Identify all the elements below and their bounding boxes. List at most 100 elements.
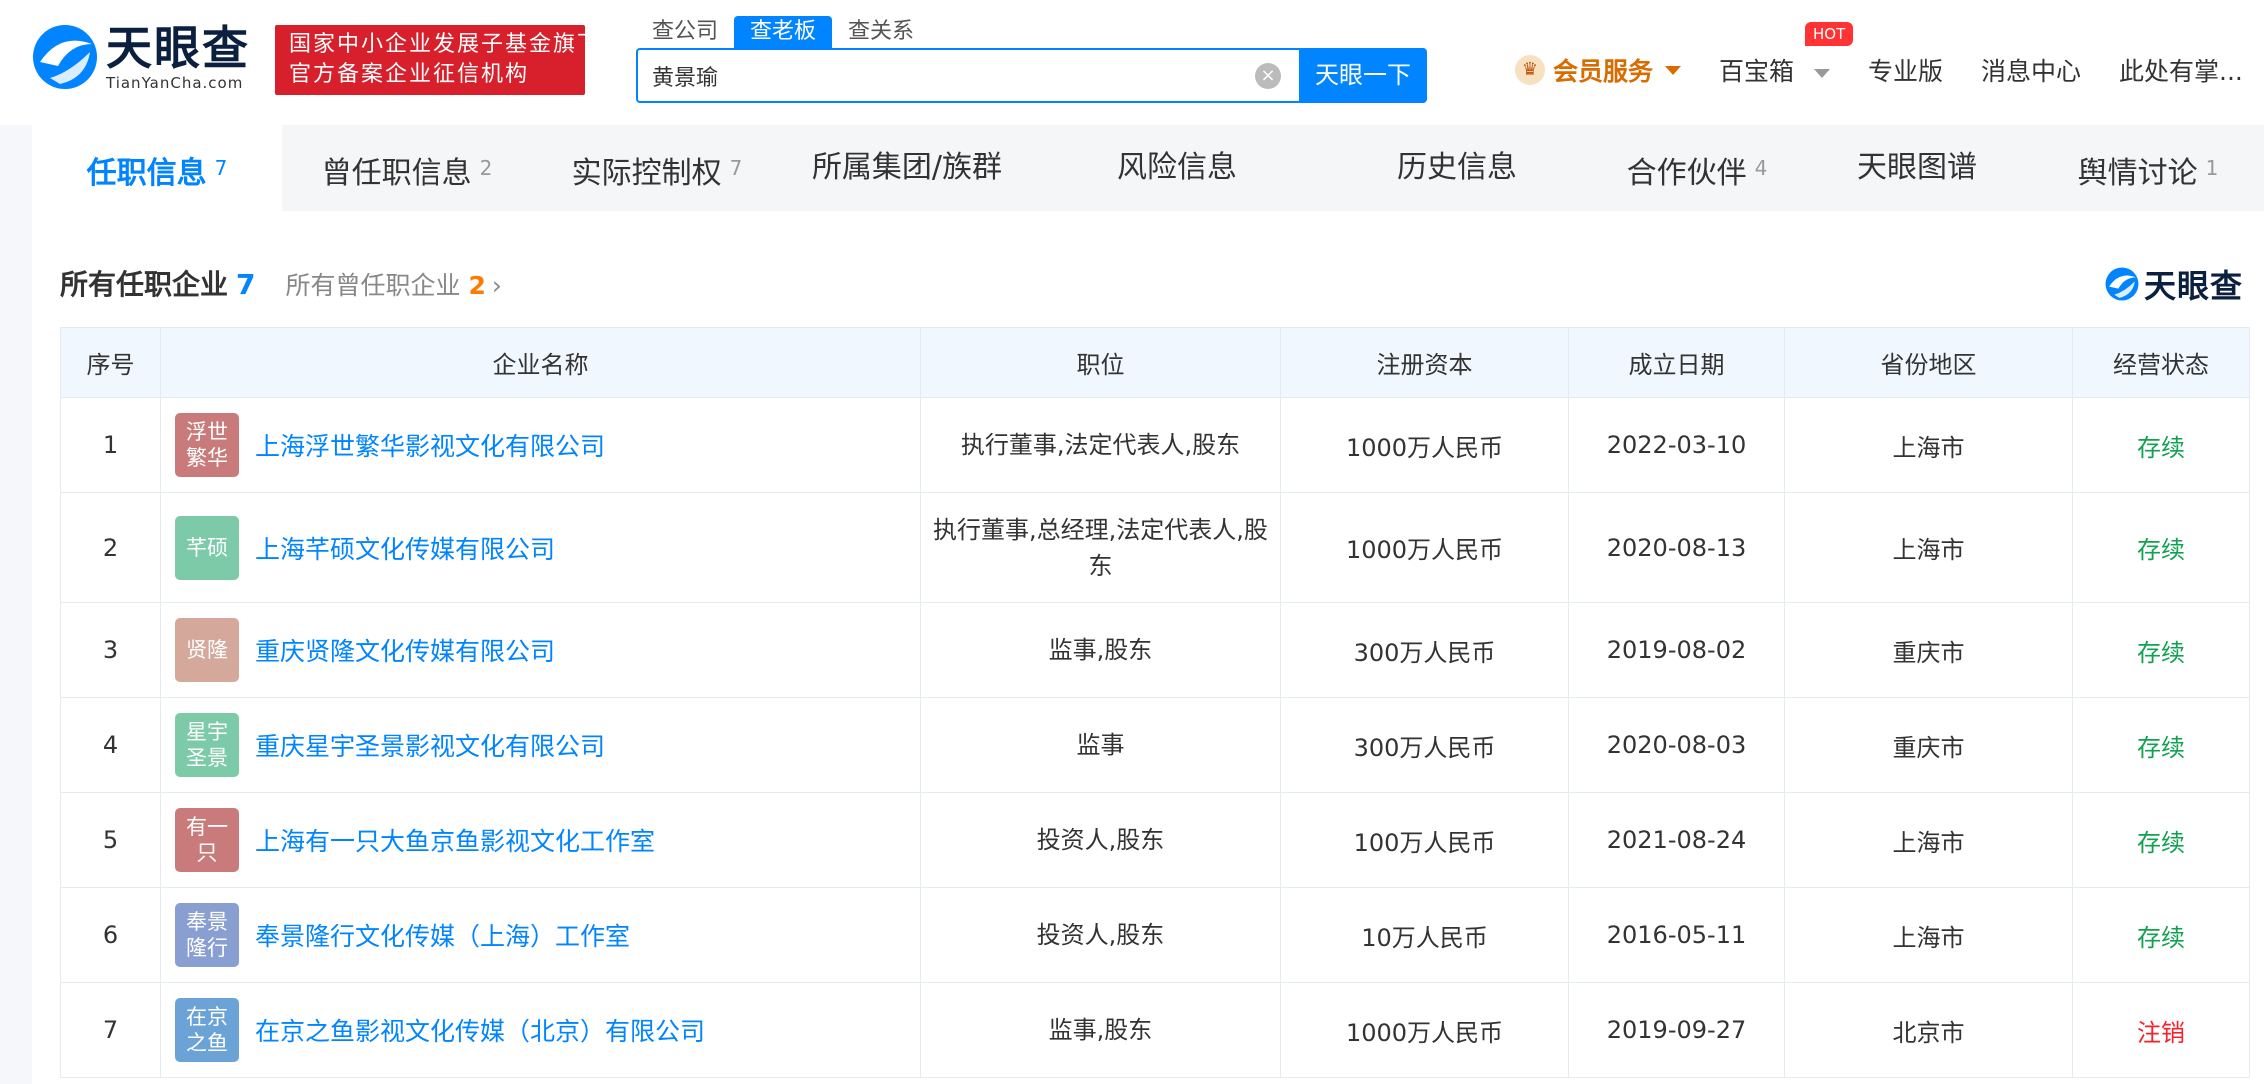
watermark-logo: 天眼查 bbox=[2104, 261, 2243, 307]
content-card: 任职信息 7 曾任职信息 2 实际控制权 7 所属集团/族群 风险信息 历史信息 合作… bbox=[32, 125, 2264, 1084]
section-header: 所有任职企业 7 所有曾任职企业 2 › bbox=[60, 263, 502, 303]
watermark-text: 天眼查 bbox=[2144, 267, 2244, 305]
search-box: × bbox=[636, 48, 1299, 103]
vip-service-menu[interactable]: ♛ 会员服务 bbox=[1515, 52, 1682, 88]
tab-public-opinion[interactable]: 舆情讨论 1 bbox=[2032, 125, 2264, 211]
date-cell: 2021-08-24 bbox=[1568, 792, 1785, 888]
tab-label: 舆情讨论 bbox=[2077, 156, 2198, 191]
certification-badge[interactable]: 国家中小企业发展子基金旗下 官方备案企业征信机构 bbox=[275, 25, 602, 95]
region-cell: 北京市 bbox=[1784, 982, 2073, 1078]
chevron-down-icon bbox=[1813, 68, 1830, 78]
col-header-no: 序号 bbox=[60, 327, 161, 398]
company-name-link[interactable]: 在京之鱼影视文化传媒（北京）有限公司 bbox=[255, 1012, 705, 1048]
position-cell: 投资人,股东 bbox=[920, 887, 1281, 983]
col-header-company: 企业名称 bbox=[160, 327, 921, 398]
date-cell: 2016-05-11 bbox=[1568, 887, 1785, 983]
date-cell: 2022-03-10 bbox=[1568, 397, 1785, 493]
table-row: 3 贤隆 重庆贤隆文化传媒有限公司 监事,股东 300万人民币 2019-08-02 重庆市… bbox=[60, 602, 2250, 698]
tab-former-positions[interactable]: 曾任职信息 2 bbox=[282, 125, 532, 211]
table-row: 4 星宇圣景 重庆星宇圣景影视文化有限公司 监事 300万人民币 2020-08-03 重庆… bbox=[60, 697, 2250, 793]
company-avatar[interactable]: 星宇圣景 bbox=[175, 713, 239, 777]
former-positions-link[interactable]: 所有曾任职企业 bbox=[286, 266, 461, 302]
date-cell: 2020-08-13 bbox=[1568, 492, 1785, 603]
tab-current-positions[interactable]: 任职信息 7 bbox=[32, 125, 282, 211]
user-account-menu[interactable]: 此处有掌... bbox=[2119, 52, 2243, 88]
site-logo[interactable]: 天眼查 TianYanCha.com bbox=[30, 22, 250, 92]
tab-actual-control[interactable]: 实际控制权 7 bbox=[532, 125, 782, 211]
date-cell: 2019-09-27 bbox=[1568, 982, 1785, 1078]
tab-label: 历史信息 bbox=[1397, 150, 1517, 185]
region-cell: 重庆市 bbox=[1784, 602, 2073, 698]
position-cell: 执行董事,法定代表人,股东 bbox=[920, 397, 1281, 493]
company-cell: 有一只 上海有一只大鱼京鱼影视文化工作室 bbox=[160, 792, 921, 888]
tab-risk[interactable]: 风险信息 bbox=[1032, 125, 1322, 211]
company-name-link[interactable]: 上海芊硕文化传媒有限公司 bbox=[255, 530, 555, 566]
section-title: 所有任职企业 bbox=[60, 268, 229, 301]
search-button[interactable]: 天眼一下 bbox=[1299, 48, 1427, 103]
col-header-position: 职位 bbox=[920, 327, 1281, 398]
table-row: 2 芊硕 上海芊硕文化传媒有限公司 执行董事,总经理,法定代表人,股东 1000万人民币… bbox=[60, 492, 2250, 603]
tab-count: 7 bbox=[214, 156, 228, 180]
company-avatar[interactable]: 芊硕 bbox=[175, 515, 239, 580]
search-tab-company[interactable]: 查公司 bbox=[636, 16, 734, 48]
status-cell: 存续 bbox=[2072, 492, 2250, 603]
detail-tabs: 任职信息 7 曾任职信息 2 实际控制权 7 所属集团/族群 风险信息 历史信息 合作… bbox=[32, 125, 2264, 211]
company-name-link[interactable]: 奉景隆行文化传媒（上海）工作室 bbox=[255, 917, 630, 953]
company-avatar[interactable]: 浮世繁华 bbox=[175, 413, 239, 477]
capital-cell: 100万人民币 bbox=[1280, 792, 1569, 888]
former-positions-count[interactable]: 2 bbox=[469, 271, 486, 300]
message-center-link[interactable]: 消息中心 bbox=[1981, 52, 2081, 88]
tab-history[interactable]: 历史信息 bbox=[1322, 125, 1592, 211]
company-name-link[interactable]: 重庆星宇圣景影视文化有限公司 bbox=[255, 727, 605, 763]
position-cell: 监事 bbox=[920, 697, 1281, 793]
tab-graph[interactable]: 天眼图谱 bbox=[1802, 125, 2032, 211]
row-number: 2 bbox=[60, 492, 161, 603]
tab-label: 天眼图谱 bbox=[1857, 150, 1977, 185]
col-header-status: 经营状态 bbox=[2072, 327, 2250, 398]
region-cell: 上海市 bbox=[1784, 792, 2073, 888]
badge-line-2: 官方备案企业征信机构 bbox=[289, 62, 530, 87]
company-avatar[interactable]: 奉景隆行 bbox=[175, 903, 239, 967]
badge-line-1: 国家中小企业发展子基金旗下 bbox=[289, 32, 602, 57]
company-name-link[interactable]: 上海有一只大鱼京鱼影视文化工作室 bbox=[255, 822, 655, 858]
logo-name: 天眼查 bbox=[106, 21, 250, 75]
search-tab-relation[interactable]: 查关系 bbox=[832, 16, 930, 48]
table-row: 5 有一只 上海有一只大鱼京鱼影视文化工作室 投资人,股东 100万人民币 2021-08… bbox=[60, 792, 2250, 888]
clear-icon[interactable]: × bbox=[1255, 63, 1281, 89]
tab-label: 任职信息 bbox=[86, 156, 207, 191]
table-row: 6 奉景隆行 奉景隆行文化传媒（上海）工作室 投资人,股东 10万人民币 2016-05-… bbox=[60, 887, 2250, 983]
company-cell: 贤隆 重庆贤隆文化传媒有限公司 bbox=[160, 602, 921, 698]
status-cell: 注销 bbox=[2072, 982, 2250, 1078]
hot-badge: HOT bbox=[1805, 22, 1854, 46]
table-header-row: 序号 企业名称 职位 注册资本 成立日期 省份地区 经营状态 bbox=[60, 327, 2250, 398]
top-header: 天眼查 TianYanCha.com 国家中小企业发展子基金旗下 官方备案企业征… bbox=[0, 0, 2264, 125]
search-input[interactable] bbox=[638, 50, 1198, 101]
company-name-link[interactable]: 重庆贤隆文化传媒有限公司 bbox=[255, 632, 555, 668]
row-number: 7 bbox=[60, 982, 161, 1078]
company-avatar[interactable]: 在京之鱼 bbox=[175, 998, 239, 1062]
tab-group[interactable]: 所属集团/族群 bbox=[782, 125, 1032, 211]
tab-count: 2 bbox=[479, 156, 493, 180]
capital-cell: 10万人民币 bbox=[1280, 887, 1569, 983]
logo-url: TianYanCha.com bbox=[106, 74, 244, 92]
capital-cell: 1000万人民币 bbox=[1280, 982, 1569, 1078]
row-number: 3 bbox=[60, 602, 161, 698]
company-name-link[interactable]: 上海浮世繁华影视文化有限公司 bbox=[255, 427, 605, 463]
company-avatar[interactable]: 有一只 bbox=[175, 808, 239, 872]
toolbox-menu[interactable]: 百宝箱 HOT bbox=[1719, 22, 1854, 88]
chevron-right-icon[interactable]: › bbox=[492, 271, 502, 300]
company-avatar[interactable]: 贤隆 bbox=[175, 618, 239, 682]
table-row: 1 浮世繁华 上海浮世繁华影视文化有限公司 执行董事,法定代表人,股东 1000万人民币… bbox=[60, 397, 2250, 493]
status-cell: 存续 bbox=[2072, 697, 2250, 793]
tab-label: 风险信息 bbox=[1117, 150, 1237, 185]
tab-label: 实际控制权 bbox=[571, 156, 722, 191]
pro-version-link[interactable]: 专业版 bbox=[1868, 52, 1943, 88]
position-cell: 监事,股东 bbox=[920, 982, 1281, 1078]
vip-label: 会员服务 bbox=[1553, 57, 1654, 86]
row-number: 4 bbox=[60, 697, 161, 793]
tab-partners[interactable]: 合作伙伴 4 bbox=[1592, 125, 1802, 211]
region-cell: 上海市 bbox=[1784, 492, 2073, 603]
region-cell: 重庆市 bbox=[1784, 697, 2073, 793]
search-tab-boss[interactable]: 查老板 bbox=[734, 16, 833, 48]
capital-cell: 1000万人民币 bbox=[1280, 397, 1569, 493]
